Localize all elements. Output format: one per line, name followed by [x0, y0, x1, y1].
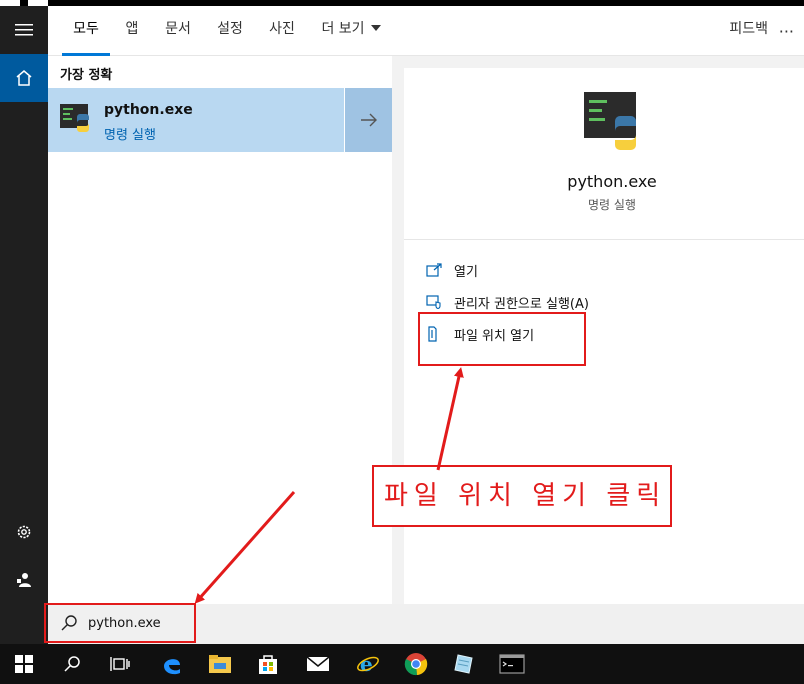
- store-icon: [259, 655, 277, 674]
- hamburger-menu-button[interactable]: [0, 6, 48, 54]
- best-match-item[interactable]: python.exe 명령 실행: [48, 88, 392, 152]
- notepad-icon: [454, 654, 473, 674]
- detail-app-subtitle: 명령 실행: [588, 198, 636, 212]
- store-button[interactable]: [244, 644, 292, 684]
- arrow-right-icon: [360, 113, 377, 127]
- internet-explorer-icon: e: [357, 652, 379, 676]
- divider: [404, 239, 804, 240]
- tab-more-label: 더 보기: [321, 21, 365, 37]
- home-icon: [16, 70, 32, 86]
- edge-button[interactable]: [148, 644, 196, 684]
- tabs-bar: 모두 앱 문서 설정 사진 더 보기 피드백 ···: [48, 6, 804, 56]
- section-title: 가장 정확: [60, 68, 113, 83]
- tab-settings[interactable]: 설정: [210, 6, 250, 56]
- file-explorer-button[interactable]: [196, 644, 244, 684]
- file-explorer-icon: [209, 655, 231, 673]
- shield-icon: [426, 295, 441, 309]
- mail-icon: [306, 656, 330, 671]
- chrome-icon: [404, 653, 428, 676]
- chevron-down-icon: [370, 25, 381, 31]
- open-action[interactable]: 열기: [426, 259, 478, 281]
- detail-app-name: python.exe: [567, 172, 657, 191]
- search-window: 모두 앱 문서 설정 사진 더 보기 피드백 ··· 가장 정확 python.…: [0, 0, 804, 684]
- settings-button[interactable]: [0, 508, 48, 556]
- left-rail: [0, 6, 48, 644]
- task-view-icon: [110, 657, 130, 671]
- edge-icon: [164, 659, 180, 675]
- start-button[interactable]: [0, 644, 48, 684]
- best-match-subtitle: 명령 실행: [104, 128, 156, 143]
- task-view-button[interactable]: [96, 644, 144, 684]
- open-action-label: 열기: [454, 264, 478, 280]
- chrome-button[interactable]: [392, 644, 440, 684]
- terminal-button[interactable]: [488, 644, 536, 684]
- notepad-button[interactable]: [440, 644, 488, 684]
- tab-apps[interactable]: 앱: [116, 6, 148, 56]
- windows-start-icon: [15, 655, 33, 673]
- python-app-large-icon: [582, 92, 642, 156]
- open-details-button[interactable]: [344, 88, 392, 152]
- python-app-icon: [60, 102, 92, 138]
- highlight-box-search: [44, 603, 196, 643]
- user-icon: [17, 573, 31, 587]
- taskbar-search-button[interactable]: [48, 644, 96, 684]
- highlight-box-file-location: [418, 312, 586, 366]
- settings-gear-icon: [17, 525, 31, 539]
- hamburger-icon: [15, 24, 33, 36]
- annotation-callout: 파일 위치 열기 클릭: [372, 465, 672, 527]
- tab-more[interactable]: 더 보기: [316, 6, 386, 56]
- best-match-name: python.exe: [104, 102, 193, 118]
- internet-explorer-button[interactable]: e: [344, 644, 392, 684]
- more-options-icon[interactable]: ···: [779, 22, 794, 41]
- user-button[interactable]: [0, 556, 48, 604]
- tab-photos[interactable]: 사진: [262, 6, 302, 56]
- taskbar: e: [0, 644, 804, 684]
- search-icon: [64, 656, 80, 672]
- feedback-button[interactable]: 피드백: [729, 6, 768, 56]
- tab-documents[interactable]: 문서: [158, 6, 198, 56]
- svg-text:e: e: [360, 652, 373, 676]
- run-as-admin-action[interactable]: 관리자 권한으로 실행(A): [426, 291, 589, 313]
- mail-button[interactable]: [294, 644, 342, 684]
- results-pane: 가장 정확 python.exe 명령 실행: [48, 56, 392, 604]
- tab-all[interactable]: 모두: [62, 6, 110, 56]
- open-icon: [426, 263, 442, 277]
- terminal-icon: [499, 654, 525, 674]
- run-as-admin-label: 관리자 권한으로 실행(A): [454, 296, 589, 312]
- home-button[interactable]: [0, 54, 48, 102]
